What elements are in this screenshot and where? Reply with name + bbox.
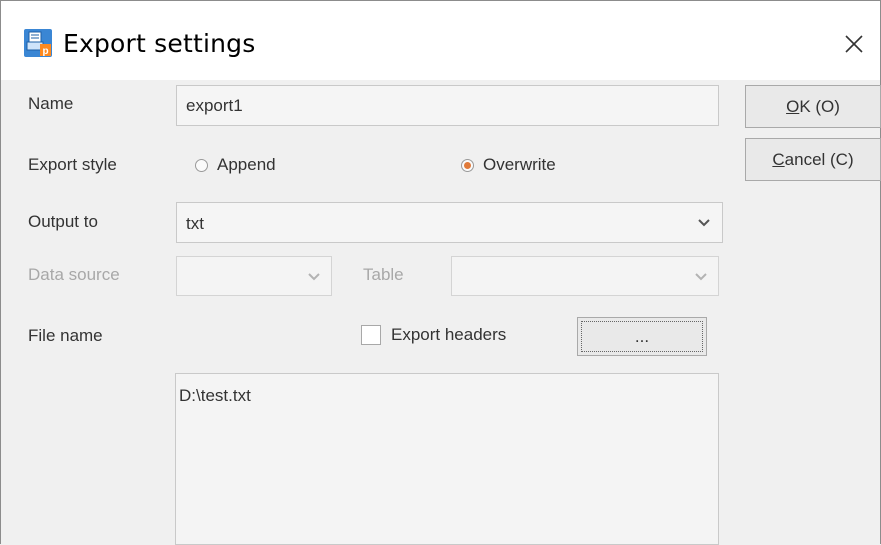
data-source-label: Data source — [28, 265, 120, 284]
ok-button-label: K (O) — [799, 97, 840, 116]
export-headers-checkbox[interactable] — [361, 325, 381, 345]
append-radio[interactable] — [195, 159, 208, 172]
cancel-button[interactable]: Cancel (C) — [745, 138, 881, 181]
output-to-label: Output to — [28, 212, 98, 231]
export-settings-dialog: p Export settings Name export1 Export st… — [0, 0, 881, 545]
ok-button[interactable]: OK (O) — [745, 85, 881, 128]
output-to-value: txt — [186, 214, 204, 233]
chevron-down-icon — [698, 219, 710, 227]
ok-mnemonic: O — [786, 97, 800, 116]
chevron-down-icon — [695, 273, 707, 281]
svg-text:p: p — [42, 46, 48, 57]
title-bar: p Export settings — [1, 1, 880, 80]
export-style-label: Export style — [28, 155, 117, 174]
focus-ring — [581, 321, 703, 352]
name-input[interactable]: export1 — [176, 85, 719, 126]
file-name-label: File name — [28, 326, 103, 345]
name-label: Name — [28, 94, 74, 113]
output-to-select[interactable]: txt — [176, 202, 723, 243]
browse-button[interactable]: ... — [577, 317, 707, 356]
append-label[interactable]: Append — [217, 155, 276, 175]
overwrite-radio[interactable] — [461, 159, 474, 172]
overwrite-label[interactable]: Overwrite — [483, 155, 556, 175]
export-app-icon: p — [24, 29, 52, 57]
file-name-textarea[interactable]: D:\test.txt — [175, 373, 719, 545]
export-headers-label[interactable]: Export headers — [391, 325, 506, 345]
chevron-down-icon — [308, 273, 320, 281]
file-name-value: D:\test.txt — [179, 386, 251, 405]
cancel-mnemonic: C — [772, 150, 785, 169]
cancel-button-label: ancel (C) — [784, 150, 854, 169]
dialog-title: Export settings — [63, 29, 256, 58]
name-input-value: export1 — [186, 96, 243, 115]
table-label: Table — [363, 265, 404, 284]
data-source-select[interactable] — [176, 256, 332, 296]
table-select[interactable] — [451, 256, 719, 296]
close-icon[interactable] — [839, 29, 869, 59]
